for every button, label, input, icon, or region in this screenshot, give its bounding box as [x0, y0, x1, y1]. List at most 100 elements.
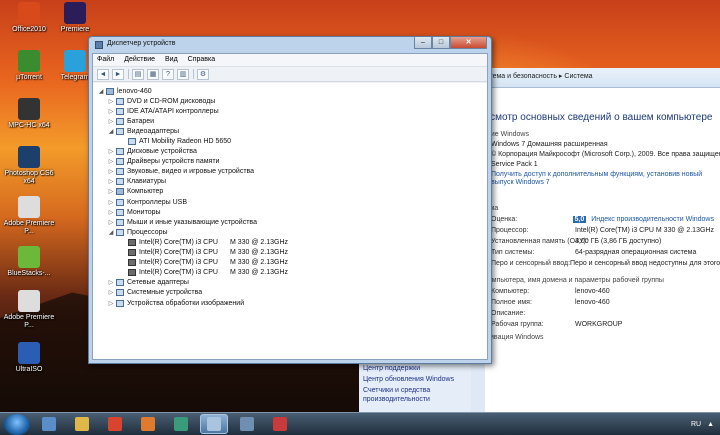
taskbar-app-button[interactable]	[266, 414, 294, 434]
taskbar-app-button[interactable]	[134, 414, 162, 434]
tree-device[interactable]: Intel(R) Core(TM) i3 CPU M 330 @ 2.13GHz	[97, 237, 483, 247]
device-tree[interactable]: ◢ lenovo-460 ▷ DVD и CD-ROM дисководы ▷ IDE A…	[93, 83, 487, 359]
see-also-update-link[interactable]: Центр обновления Windows	[363, 375, 467, 384]
tree-category[interactable]: ◢ Видеоадаптеры	[97, 126, 483, 136]
tree-device[interactable]: Intel(R) Core(TM) i3 CPU M 330 @ 2.13GHz	[97, 258, 483, 268]
collapsed-arrow-icon[interactable]: ▷	[107, 300, 115, 307]
collapsed-arrow-icon[interactable]: ▷	[107, 108, 115, 115]
menu-item[interactable]: Файл	[97, 56, 114, 66]
start-button[interactable]	[4, 413, 30, 435]
tree-label: ATI Mobility Radeon HD 5650	[139, 138, 232, 146]
rating-link[interactable]: Индекс производительности Windows	[591, 216, 714, 223]
tree-category[interactable]: ▷ Компьютер	[97, 187, 483, 197]
collapsed-arrow-icon[interactable]: ▷	[107, 199, 115, 206]
collapsed-arrow-icon[interactable]: ▷	[107, 118, 115, 125]
tree-device[interactable]: Intel(R) Core(TM) i3 CPU M 330 @ 2.13GHz	[97, 248, 483, 258]
tree-category[interactable]: ▷ Звуковые, видео и игровые устройства	[97, 167, 483, 177]
desktop-icon[interactable]: UltraISO	[2, 342, 56, 374]
computer-icon	[116, 188, 124, 196]
close-button[interactable]: ✕	[450, 37, 487, 49]
see-also-support-link[interactable]: Центр поддержки	[363, 364, 467, 373]
tree-category[interactable]: ▷ IDE ATA/ATAPI контроллеры	[97, 106, 483, 116]
tree-category[interactable]: ▷ Мыши и иные указывающие устройства	[97, 217, 483, 227]
tree-category[interactable]: ▷ Сетевые адаптеры	[97, 278, 483, 288]
menu-item[interactable]: Вид	[165, 56, 178, 66]
taskbar-app-button[interactable]	[200, 414, 228, 434]
see-also-perf-link[interactable]: Счетчики и средства производительности	[363, 386, 467, 404]
property-row: Полное имя: lenovo-460	[491, 299, 714, 306]
collapsed-arrow-icon[interactable]: ▷	[107, 148, 115, 155]
menu-item[interactable]: Действие	[124, 56, 155, 66]
desktop-icon[interactable]: Adobe Premiere P...	[2, 290, 56, 330]
back-icon[interactable]: ◄	[97, 68, 109, 80]
system-window: Система и безопасность ▸ Система Центр п…	[359, 68, 720, 413]
system-heading: росмотр основных сведений о вашем компью…	[479, 112, 713, 123]
collapsed-arrow-icon[interactable]: ▷	[107, 209, 115, 216]
system-address-bar[interactable]: Система и безопасность ▸ Система	[471, 68, 720, 88]
cpu-speed: M 330 @ 2.13GHz	[229, 238, 289, 246]
tree-category[interactable]: ◢ Процессоры	[97, 227, 483, 237]
desktop-icon[interactable]: Photoshop CS6 x64	[2, 146, 56, 186]
expanded-arrow-icon[interactable]: ◢	[97, 88, 105, 95]
device-manager-titlebar[interactable]: Диспетчер устройств – □ ✕	[89, 37, 491, 53]
taskbar-app-icon	[108, 417, 122, 431]
collapsed-arrow-icon[interactable]: ▷	[107, 289, 115, 296]
tree-category[interactable]: ▷ Мониторы	[97, 207, 483, 217]
desktop-icon[interactable]: Premiere	[48, 2, 102, 34]
collapsed-arrow-icon[interactable]: ▷	[107, 168, 115, 175]
tree-label: lenovo-460	[117, 87, 152, 95]
tree-device[interactable]: Intel(R) Core(TM) i3 CPU M 330 @ 2.13GHz	[97, 268, 483, 278]
tree-category[interactable]: ▷ Клавиатуры	[97, 177, 483, 187]
properties-icon[interactable]: ▦	[147, 68, 159, 80]
upgrade-link[interactable]: Получить доступ к дополнительным функция…	[491, 171, 714, 187]
desktop-icon[interactable]: Adobe Premiere P...	[2, 196, 56, 236]
help-icon[interactable]: ?	[162, 68, 174, 80]
view-icon[interactable]: ▤	[132, 68, 144, 80]
minimize-button[interactable]: –	[414, 37, 432, 49]
processor-icon	[128, 269, 136, 277]
app-icon	[18, 2, 40, 24]
copyright-text: © Корпорация Майкрософт (Microsoft Corp.…	[491, 151, 720, 158]
app-icon	[18, 146, 40, 168]
tree-category[interactable]: ▷ Системные устройства	[97, 288, 483, 298]
tree-device[interactable]: ATI Mobility Radeon HD 5650	[97, 136, 483, 146]
desktop-icon[interactable]: MPC-HC x64	[2, 98, 56, 130]
device-icon	[116, 148, 124, 156]
tree-category[interactable]: ▷ Контроллеры USB	[97, 197, 483, 207]
taskbar-app-button[interactable]	[233, 414, 261, 434]
collapsed-arrow-icon[interactable]: ▷	[107, 158, 115, 165]
tree-category[interactable]: ▷ Дисковые устройства	[97, 147, 483, 157]
language-indicator[interactable]: RU	[691, 421, 701, 428]
collapsed-arrow-icon[interactable]: ▷	[107, 178, 115, 185]
menu-item[interactable]: Справка	[188, 56, 215, 66]
tree-category[interactable]: ▷ DVD и CD-ROM дисководы	[97, 96, 483, 106]
app-icon	[64, 50, 86, 72]
tree-category[interactable]: ▷ Драйверы устройств памяти	[97, 157, 483, 167]
property-value: Intel(R) Core(TM) i3 CPU M 330 @ 2.13GHz	[575, 227, 714, 234]
taskbar-app-button[interactable]	[167, 414, 195, 434]
scan-icon[interactable]: ⚙	[197, 68, 209, 80]
tray-arrow-icon[interactable]: ▲	[707, 421, 714, 428]
expanded-arrow-icon[interactable]: ◢	[107, 229, 115, 236]
app-icon	[18, 50, 40, 72]
desktop-icon[interactable]: BlueStacks-...	[2, 246, 56, 278]
collapsed-arrow-icon[interactable]: ▷	[107, 279, 115, 286]
see-also-pane: Центр поддержки Центр обновления Windows…	[359, 360, 471, 413]
taskbar-app-button[interactable]	[101, 414, 129, 434]
taskbar-app-button[interactable]	[68, 414, 96, 434]
maximize-button[interactable]: □	[432, 37, 450, 49]
collapsed-arrow-icon[interactable]: ▷	[107, 188, 115, 195]
collapsed-arrow-icon[interactable]: ▷	[107, 219, 115, 226]
collapsed-arrow-icon[interactable]: ▷	[107, 98, 115, 105]
device-manager-window[interactable]: Диспетчер устройств – □ ✕ Файл Действие Ви…	[88, 36, 492, 364]
tree-root[interactable]: ◢ lenovo-460	[97, 86, 483, 96]
tree-category[interactable]: ▷ Устройства обработки изображений	[97, 298, 483, 308]
toolbar: ◄ ► ▤ ▦? ▥ ⚙	[93, 67, 487, 82]
list-icon[interactable]: ▥	[177, 68, 189, 80]
taskbar-app-button[interactable]	[35, 414, 63, 434]
forward-icon[interactable]: ►	[112, 68, 124, 80]
expanded-arrow-icon[interactable]: ◢	[107, 128, 115, 135]
property-value: 4,00 ГБ (3,86 ГБ доступно)	[575, 238, 662, 245]
property-row: Перо и сенсорный ввод: Перо и сенсорный в…	[491, 260, 720, 267]
tree-category[interactable]: ▷ Батареи	[97, 116, 483, 126]
